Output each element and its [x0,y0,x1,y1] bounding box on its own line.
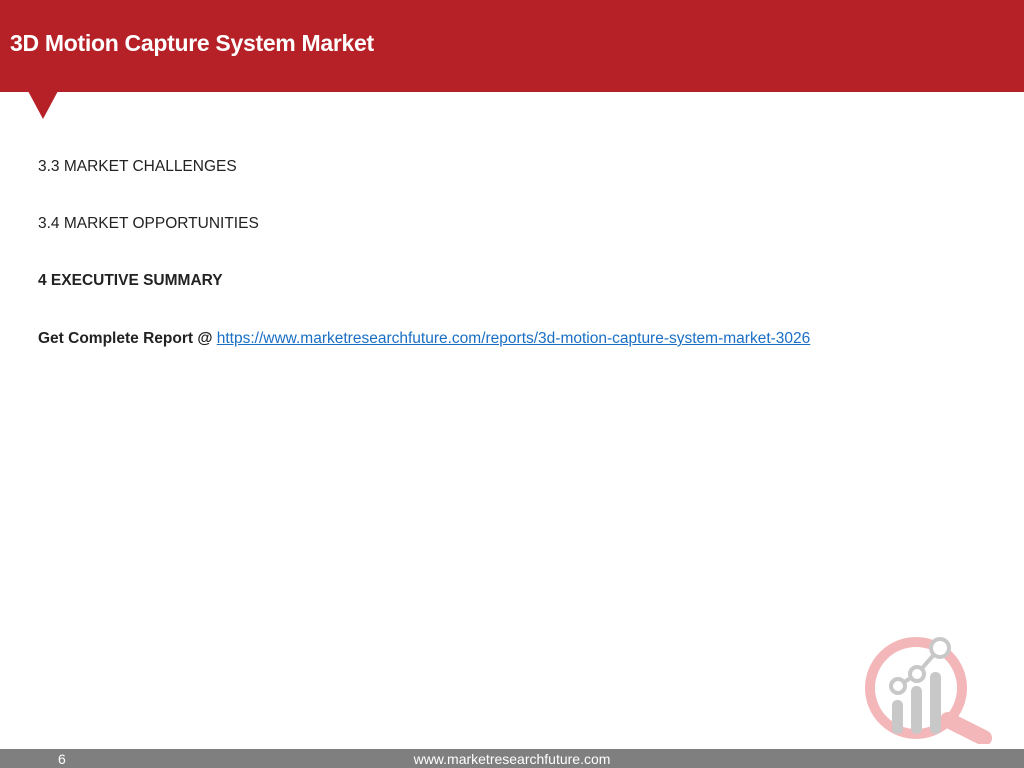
analytics-magnifier-logo-icon [865,637,992,744]
toc-item-market-opportunities: 3.4 MARKET OPPORTUNITIES [38,215,259,232]
toc-item-market-challenges: 3.3 MARKET CHALLENGES [38,158,237,175]
header-bar: 3D Motion Capture System Market [0,0,1024,92]
report-line: Get Complete Report @ https://www.market… [38,329,810,349]
toc-item-executive-summary: 4 EXECUTIVE SUMMARY [38,272,223,289]
header-pointer-arrow [28,91,58,119]
page-title: 3D Motion Capture System Market [10,30,374,56]
footer-website: www.marketresearchfuture.com [413,751,611,767]
slide: 3D Motion Capture System Market 3.3 MARK… [0,0,1024,768]
report-prefix: Get Complete Report @ [38,330,213,347]
report-link[interactable]: https://www.marketresearchfuture.com/rep… [217,330,811,347]
page-number: 6 [58,751,66,767]
